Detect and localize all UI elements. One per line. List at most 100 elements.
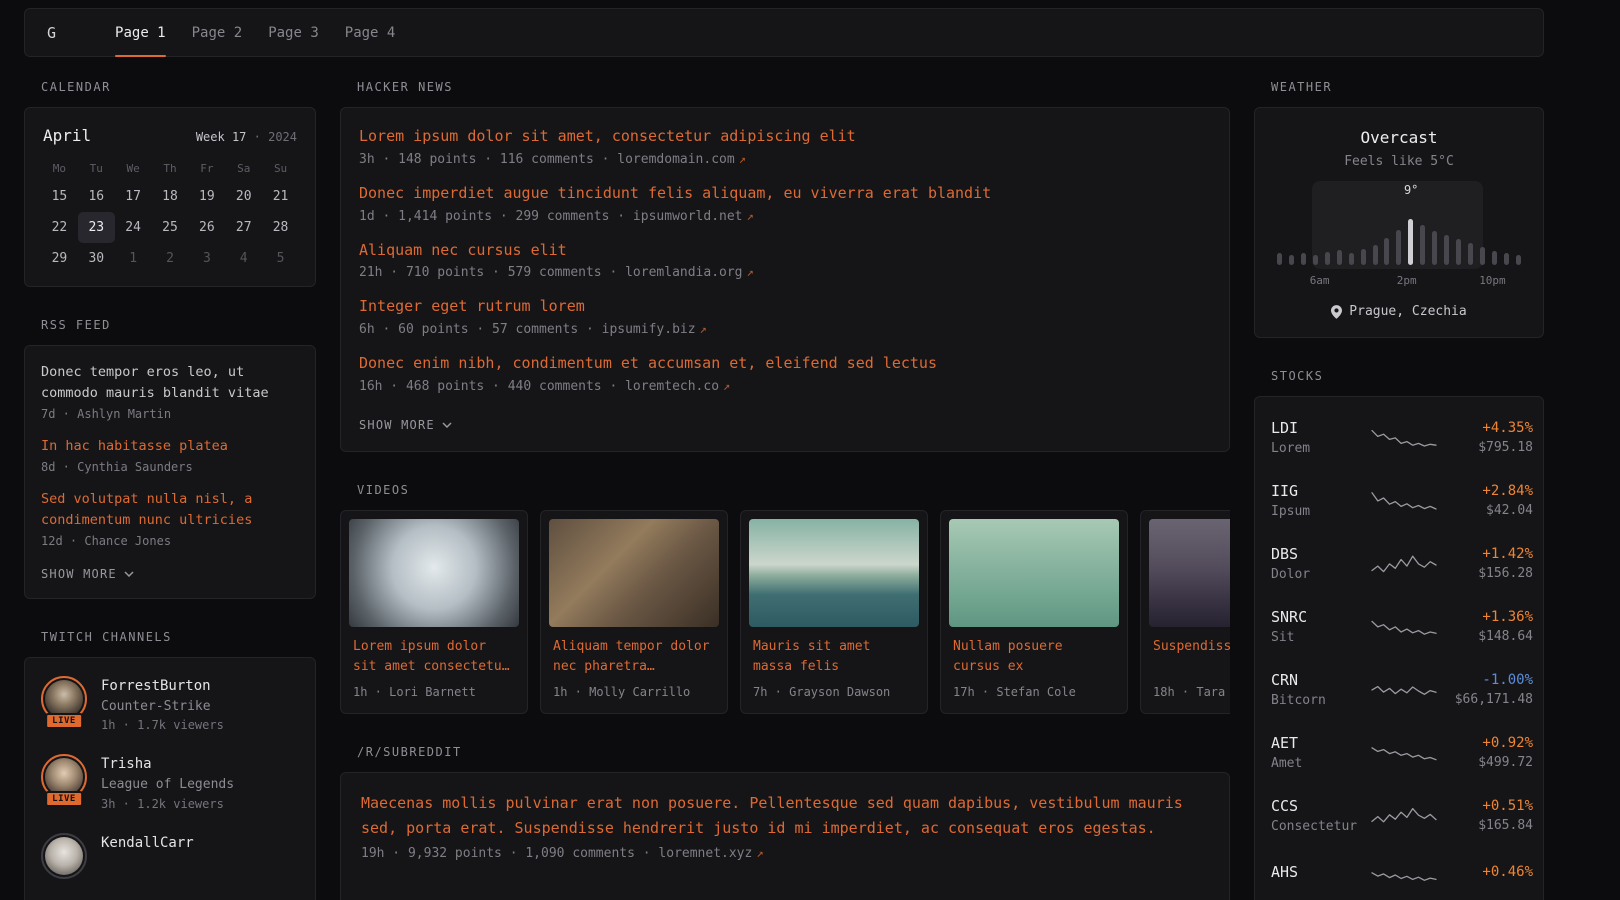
subreddit-post-title[interactable]: Maecenas mollis pulvinar erat non posuer…: [361, 791, 1209, 841]
rss-item-meta: 7d · Ashlyn Martin: [41, 407, 299, 421]
video-card[interactable]: Lorem ipsum dolor sit amet consectetu…1h…: [340, 510, 528, 714]
stock-row[interactable]: LDILorem+4.35%$795.18: [1271, 406, 1527, 469]
rss-list: Donec tempor eros leo, ut commodo mauris…: [41, 362, 299, 548]
calendar-day[interactable]: 17: [115, 181, 152, 212]
weather-bars: [1277, 207, 1521, 265]
channel-info: TrishaLeague of Legends3h · 1.2k viewers: [101, 754, 234, 814]
stock-id: AETAmet: [1271, 734, 1371, 771]
videos-row: Lorem ipsum dolor sit amet consectetu…1h…: [340, 510, 1230, 714]
rss-item-title[interactable]: Donec tempor eros leo, ut commodo mauris…: [41, 362, 299, 404]
tab-page-2[interactable]: Page 2: [179, 9, 256, 56]
hn-item-title[interactable]: Donec enim nibh, condimentum et accumsan…: [359, 353, 1211, 375]
channel-name[interactable]: Trisha: [101, 754, 234, 775]
calendar-day[interactable]: 19: [188, 181, 225, 212]
stock-row[interactable]: SNRCSit+1.36%$148.64: [1271, 595, 1527, 658]
calendar-day[interactable]: 28: [262, 212, 299, 243]
calendar-day[interactable]: 27: [225, 212, 262, 243]
video-card[interactable]: Aliquam tempor dolor nec pharetra…1h · M…: [540, 510, 728, 714]
calendar-day[interactable]: 18: [152, 181, 189, 212]
calendar-year: · 2024: [254, 130, 297, 144]
twitch-channel[interactable]: KendallCarr: [41, 833, 299, 879]
calendar-day[interactable]: 30: [78, 243, 115, 274]
tab-page-1[interactable]: Page 1: [102, 9, 179, 56]
channel-avatar: LIVE: [41, 754, 87, 800]
stock-change: +1.42%: [1437, 546, 1533, 562]
calendar-day[interactable]: 21: [262, 181, 299, 212]
stock-id: AHS: [1271, 863, 1371, 885]
stock-price: $156.28: [1437, 566, 1533, 581]
video-card[interactable]: Mauris sit amet massa felis7h · Grayson …: [740, 510, 928, 714]
calendar-day[interactable]: 26: [188, 212, 225, 243]
weather-bar: [1456, 239, 1461, 265]
weekday-label: Su: [262, 155, 299, 181]
chevron-down-icon: [124, 571, 134, 577]
channel-name[interactable]: KendallCarr: [101, 833, 194, 854]
tab-page-4[interactable]: Page 4: [332, 9, 409, 56]
hn-item-title[interactable]: Lorem ipsum dolor sit amet, consectetur …: [359, 126, 1211, 148]
weather-widget: Overcast Feels like 5°C 9° 6am2pm10pm Pr…: [1254, 107, 1544, 338]
hn-item-title[interactable]: Donec imperdiet augue tincidunt felis al…: [359, 183, 1211, 205]
stock-row[interactable]: CRNBitcorn-1.00%$66,171.48: [1271, 658, 1527, 721]
hn-item-title[interactable]: Integer eget rutrum lorem: [359, 296, 1211, 318]
calendar-day[interactable]: 1: [115, 243, 152, 274]
calendar-section: CALENDAR April Week 17 · 2024 MoTuWeThFr…: [24, 80, 316, 287]
stock-price: $66,171.48: [1437, 692, 1533, 707]
video-title[interactable]: Aliquam tempor dolor nec pharetra…: [553, 637, 715, 677]
app-logo[interactable]: G: [25, 9, 78, 56]
calendar-day[interactable]: 22: [41, 212, 78, 243]
stock-symbol: LDI: [1271, 419, 1371, 437]
rss-item-title[interactable]: Sed volutpat nulla nisl, a condimentum n…: [41, 489, 299, 531]
stock-change: -1.00%: [1437, 672, 1533, 688]
calendar-day[interactable]: 15: [41, 181, 78, 212]
twitch-channel[interactable]: LIVE TrishaLeague of Legends3h · 1.2k vie…: [41, 754, 299, 814]
stock-row[interactable]: DBSDolor+1.42%$156.28: [1271, 532, 1527, 595]
calendar-day[interactable]: 16: [78, 181, 115, 212]
calendar-day[interactable]: 5: [262, 243, 299, 274]
video-title[interactable]: Lorem ipsum dolor sit amet consectetu…: [353, 637, 515, 677]
tab-page-3[interactable]: Page 3: [255, 9, 332, 56]
weekday-label: Sa: [225, 155, 262, 181]
video-thumbnail: [749, 519, 919, 627]
stock-price: $148.64: [1437, 629, 1533, 644]
calendar-day[interactable]: 29: [41, 243, 78, 274]
video-card[interactable]: Suspendisse diam18h · Tara: [1140, 510, 1230, 714]
hackernews-show-more-button[interactable]: SHOW MORE: [359, 418, 452, 432]
rss-item-title[interactable]: In hac habitasse platea: [41, 436, 299, 457]
right-column: WEATHER Overcast Feels like 5°C 9° 6am2p…: [1254, 80, 1544, 900]
calendar-day[interactable]: 4: [225, 243, 262, 274]
calendar-day[interactable]: 25: [152, 212, 189, 243]
video-card[interactable]: Nullam posuere cursus ex17h · Stefan Col…: [940, 510, 1128, 714]
video-title[interactable]: Mauris sit amet massa felis: [753, 637, 915, 677]
hn-item-title[interactable]: Aliquam nec cursus elit: [359, 240, 1211, 262]
stock-sparkline: [1371, 613, 1437, 641]
channel-game: Counter-Strike: [101, 697, 224, 717]
twitch-channel[interactable]: LIVEForrestBurtonCounter-Strike1h · 1.7k…: [41, 676, 299, 736]
calendar-day-selected[interactable]: 23: [78, 212, 115, 243]
section-title-weather: WEATHER: [1271, 80, 1544, 94]
calendar-day[interactable]: 2: [152, 243, 189, 274]
stock-values: +2.84%$42.04: [1437, 483, 1533, 518]
stock-values: +4.35%$795.18: [1437, 420, 1533, 455]
calendar-day[interactable]: 24: [115, 212, 152, 243]
stock-row[interactable]: IIGIpsum+2.84%$42.04: [1271, 469, 1527, 532]
stock-name: Bitcorn: [1271, 693, 1371, 708]
weather-feels-like: Feels like 5°C: [1271, 154, 1527, 169]
external-link-icon: ↗: [747, 265, 754, 279]
video-title[interactable]: Nullam posuere cursus ex: [953, 637, 1115, 677]
calendar-day[interactable]: 20: [225, 181, 262, 212]
hn-item: Donec imperdiet augue tincidunt felis al…: [359, 183, 1211, 224]
rss-show-more-button[interactable]: SHOW MORE: [41, 567, 134, 581]
video-title[interactable]: Suspendisse diam: [1153, 637, 1230, 677]
live-badge: LIVE: [45, 713, 83, 729]
stock-price: $795.18: [1437, 440, 1533, 455]
channel-game: League of Legends: [101, 775, 234, 795]
section-title-stocks: STOCKS: [1271, 369, 1544, 383]
weather-bar: [1325, 252, 1330, 265]
stock-row[interactable]: CCSConsectetur+0.51%$165.84: [1271, 784, 1527, 847]
stock-row[interactable]: AETAmet+0.92%$499.72: [1271, 721, 1527, 784]
stock-row[interactable]: AHS+0.46%: [1271, 847, 1527, 900]
stock-name: Amet: [1271, 756, 1371, 771]
channel-name[interactable]: ForrestBurton: [101, 676, 224, 697]
calendar-day[interactable]: 3: [188, 243, 225, 274]
weather-bar: [1301, 253, 1306, 265]
